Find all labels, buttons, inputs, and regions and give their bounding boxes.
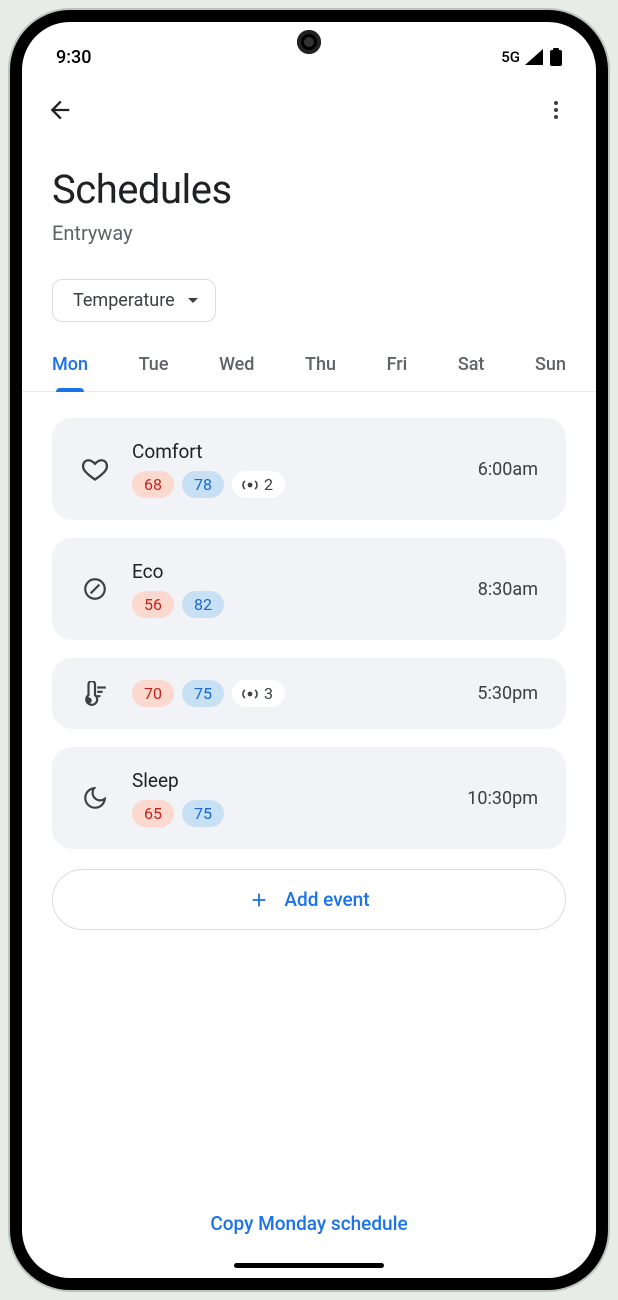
status-network: 5G [501,48,520,66]
sensor-pill: 2 [232,471,285,498]
arrow-back-icon [46,96,74,124]
event-list: Comfort 68 78 2 6:00am Eco 56 82 8:30am … [52,392,566,930]
event-name: Comfort [132,440,456,463]
event-name: Sleep [132,769,445,792]
cool-pill: 78 [182,471,224,498]
schedule-event[interactable]: 70 75 3 5:30pm [52,658,566,729]
day-tabs: Mon Tue Wed Thu Fri Sat Sun [22,354,596,392]
chevron-down-icon [187,297,199,305]
schedule-event[interactable]: Comfort 68 78 2 6:00am [52,418,566,520]
event-time: 10:30pm [467,788,538,809]
tab-sat[interactable]: Sat [458,354,485,391]
status-time: 9:30 [56,47,91,68]
tab-thu[interactable]: Thu [305,354,336,391]
signal-icon [524,49,544,65]
plus-icon [248,889,270,911]
tab-sun[interactable]: Sun [535,354,566,391]
schedule-event[interactable]: Eco 56 82 8:30am [52,538,566,640]
add-event-label: Add event [284,888,369,911]
moon-icon [80,785,110,811]
leaf-icon [80,576,110,602]
schedule-event[interactable]: Sleep 65 75 10:30pm [52,747,566,849]
heat-pill: 65 [132,800,174,827]
home-indicator [234,1263,384,1268]
heat-pill: 56 [132,591,174,618]
dropdown-label: Temperature [73,290,175,311]
heat-pill: 70 [132,680,174,707]
back-button[interactable] [46,96,74,124]
thermo-icon [80,681,110,707]
copy-schedule-button[interactable]: Copy Monday schedule [52,1196,566,1251]
event-time: 5:30pm [477,683,538,704]
event-time: 8:30am [478,579,538,600]
more-button[interactable] [544,98,568,122]
schedule-type-dropdown[interactable]: Temperature [52,279,216,322]
cool-pill: 82 [182,591,224,618]
tab-mon[interactable]: Mon [52,354,88,391]
more-vert-icon [544,98,568,122]
battery-icon [550,48,562,66]
add-event-button[interactable]: Add event [52,869,566,930]
page-title: Schedules [52,166,566,213]
tab-wed[interactable]: Wed [219,354,254,391]
heat-pill: 68 [132,471,174,498]
cool-pill: 75 [182,680,224,707]
page-subtitle: Entryway [52,221,566,245]
event-time: 6:00am [478,459,538,480]
cool-pill: 75 [182,800,224,827]
event-name: Eco [132,560,456,583]
tab-fri[interactable]: Fri [387,354,408,391]
heart-icon [80,455,110,483]
sensor-pill: 3 [232,680,285,707]
tab-tue[interactable]: Tue [139,354,169,391]
